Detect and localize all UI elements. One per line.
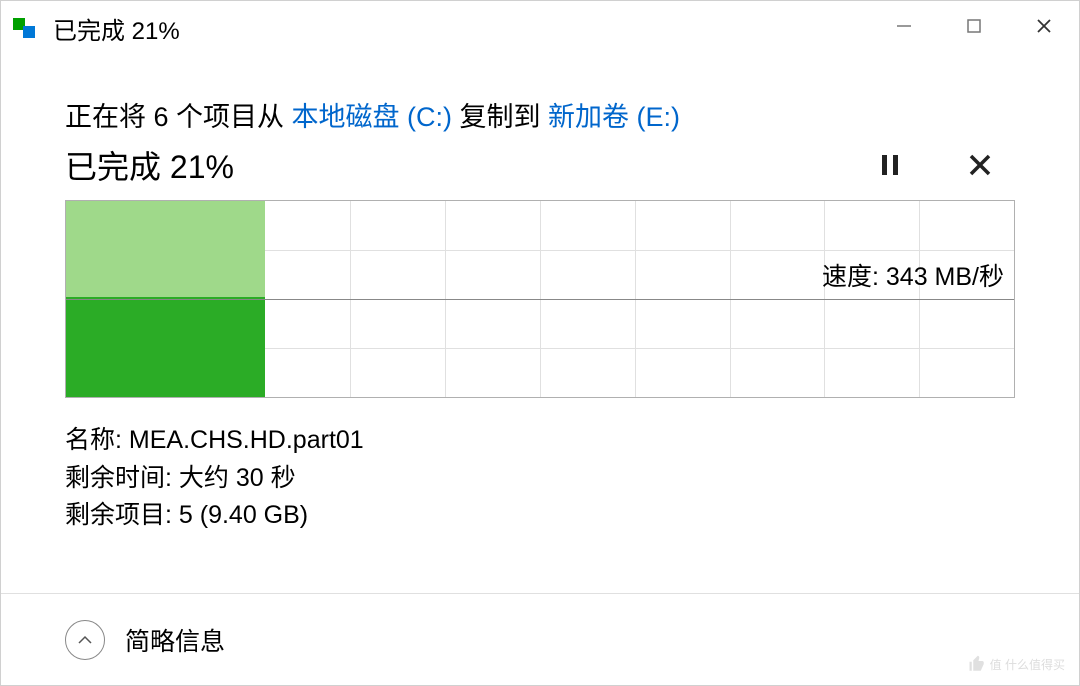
details-toggle-label[interactable]: 简略信息 — [125, 622, 225, 658]
window-controls — [869, 1, 1079, 51]
pause-button[interactable] — [875, 150, 905, 180]
watermark: 值 什么值得买 — [968, 655, 1065, 673]
chevron-up-icon — [76, 631, 94, 649]
chart-speed-line — [66, 299, 1014, 300]
footer: 简略信息 — [1, 593, 1079, 685]
detail-name: 名称: MEA.CHS.HD.part01 — [65, 422, 1015, 460]
copy-description: 正在将 6 个项目从 本地磁盘 (C:) 复制到 新加卷 (E:) — [65, 95, 1015, 134]
close-button[interactable] — [1009, 1, 1079, 51]
maximize-button[interactable] — [939, 1, 1009, 51]
close-icon — [968, 153, 992, 177]
chart-fill-upper — [66, 201, 265, 297]
details-toggle-button[interactable] — [65, 620, 105, 660]
progress-text: 已完成 21% — [65, 142, 234, 188]
progress-actions — [875, 150, 1015, 180]
minimize-button[interactable] — [869, 1, 939, 51]
detail-items-remaining: 剩余项目: 5 (9.40 GB) — [65, 497, 1015, 535]
detail-time-remaining: 剩余时间: 大约 30 秒 — [65, 460, 1015, 498]
content: 正在将 6 个项目从 本地磁盘 (C:) 复制到 新加卷 (E:) 已完成 21… — [1, 55, 1079, 535]
copy-prefix: 正在将 6 个项目从 — [65, 102, 292, 132]
window-title: 已完成 21% — [53, 11, 180, 46]
details: 名称: MEA.CHS.HD.part01 剩余时间: 大约 30 秒 剩余项目… — [65, 422, 1015, 535]
thumb-icon — [968, 655, 986, 673]
cancel-button[interactable] — [965, 150, 995, 180]
speed-chart: 速度: 343 MB/秒 — [65, 200, 1015, 398]
progress-row: 已完成 21% — [65, 142, 1015, 188]
source-link[interactable]: 本地磁盘 (C:) — [292, 102, 452, 132]
pause-icon — [880, 153, 900, 177]
chart-fill-lower — [66, 297, 265, 397]
copy-middle: 复制到 — [452, 102, 548, 132]
copy-icon — [13, 18, 41, 38]
speed-label: 速度: 343 MB/秒 — [822, 257, 1004, 293]
destination-link[interactable]: 新加卷 (E:) — [548, 102, 680, 132]
